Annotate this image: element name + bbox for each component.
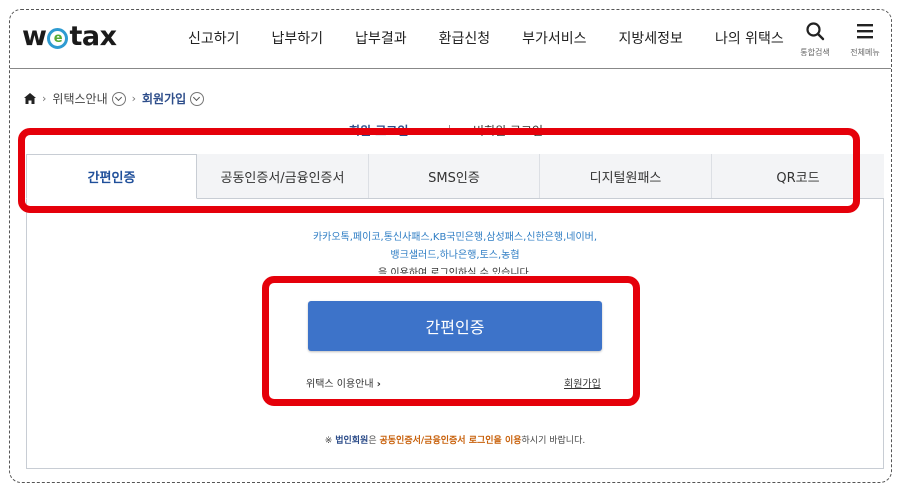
breadcrumb-current: 회원가입 bbox=[142, 92, 187, 106]
notice-particle: 은 bbox=[368, 436, 377, 446]
nav-file-return[interactable]: 신고하기 bbox=[188, 28, 240, 48]
tab-joint-certificate[interactable]: 공동인증서/금융인증서 bbox=[197, 154, 369, 198]
nav-payment[interactable]: 납부하기 bbox=[272, 28, 324, 48]
tab-sms-auth[interactable]: SMS인증 bbox=[369, 154, 540, 198]
member-login-tab[interactable]: 회원 로그인 bbox=[349, 122, 408, 136]
site-header: w e tax 신고하기 납부하기 납부결과 환급신청 부가서비스 지방세정보 나의… bbox=[10, 10, 891, 69]
notice-certificate-login: 공동인증서/금융인증서 로그인을 이용 bbox=[379, 436, 522, 446]
sign-up-link[interactable]: 회원가입 bbox=[564, 375, 601, 390]
nav-extra-services[interactable]: 부가서비스 bbox=[522, 28, 586, 48]
guest-login-tab[interactable]: 비회원 로그인 bbox=[473, 122, 543, 136]
notice-suffix: 하시기 바랍니다. bbox=[521, 436, 586, 446]
provider-list-line3: 을 이용하여 로그인하실 수 있습니다. bbox=[378, 268, 532, 274]
simple-auth-panel: 카카오톡,페이코,통신사패스,KB국민은행,삼성패스,신한은행,네이버, 뱅크샐… bbox=[26, 199, 884, 469]
main-nav: 신고하기 납부하기 납부결과 환급신청 부가서비스 지방세정보 나의 위택스 bbox=[188, 28, 816, 48]
logo-text-end: tax bbox=[69, 21, 117, 52]
chevron-down-icon[interactable] bbox=[190, 91, 205, 106]
tab-digital-onepass[interactable]: 디지털원패스 bbox=[540, 154, 712, 198]
tab-qr-code[interactable]: QR코드 bbox=[712, 154, 884, 198]
logo-text-start: w bbox=[22, 21, 47, 52]
login-type-divider bbox=[449, 125, 450, 135]
wetax-logo[interactable]: w e tax bbox=[22, 21, 117, 52]
chevron-right-icon: › bbox=[376, 379, 381, 390]
breadcrumb-wetax-guide[interactable]: 위택스안내 bbox=[52, 90, 107, 107]
login-type-tabs: 회원 로그인 비회원 로그인 bbox=[10, 122, 891, 136]
browser-frame: w e tax 신고하기 납부하기 납부결과 환급신청 부가서비스 지방세정보 나의… bbox=[9, 9, 892, 483]
notice-mark: ※ bbox=[324, 436, 333, 446]
logo-e-mark: e bbox=[47, 28, 69, 49]
provider-list-line2: 뱅크샐러드,하나은행,토스,농협 bbox=[390, 250, 520, 261]
chevron-right-icon: › bbox=[42, 92, 47, 105]
nav-refund[interactable]: 환급신청 bbox=[439, 28, 491, 48]
all-menu-button[interactable]: 전체메뉴 bbox=[842, 21, 888, 58]
notice-corporate-member: 법인회원 bbox=[335, 436, 369, 446]
search-button[interactable]: 통합검색 bbox=[792, 21, 838, 58]
nav-local-tax-info[interactable]: 지방세정보 bbox=[619, 28, 683, 48]
wetax-guide-link[interactable]: 위택스 이용안내 › bbox=[306, 375, 381, 390]
search-label: 통합검색 bbox=[800, 48, 830, 57]
breadcrumb: › 위택스안내 › 회원가입 bbox=[24, 90, 205, 107]
nav-my-wetax[interactable]: 나의 위택스 bbox=[715, 28, 784, 48]
search-icon bbox=[806, 22, 825, 41]
auth-method-tabs: 간편인증 공동인증서/금융인증서 SMS인증 디지털원패스 QR코드 bbox=[26, 154, 884, 199]
hamburger-icon bbox=[857, 24, 873, 39]
tab-simple-auth[interactable]: 간편인증 bbox=[26, 154, 197, 199]
simple-auth-button[interactable]: 간편인증 bbox=[308, 301, 602, 351]
wetax-guide-link-label: 위택스 이용안내 bbox=[306, 379, 374, 390]
all-menu-label: 전체메뉴 bbox=[850, 48, 880, 57]
provider-list-line1: 카카오톡,페이코,통신사패스,KB국민은행,삼성패스,신한은행,네이버, bbox=[312, 232, 598, 243]
chevron-down-icon[interactable] bbox=[111, 91, 126, 106]
corporate-notice: ※ 법인회원은 공동인증서/금융인증서 로그인을 이용하시기 바랍니다. bbox=[27, 433, 883, 446]
nav-payment-result[interactable]: 납부결과 bbox=[355, 28, 407, 48]
home-icon[interactable] bbox=[24, 93, 36, 104]
provider-description: 카카오톡,페이코,통신사패스,KB국민은행,삼성패스,신한은행,네이버, 뱅크샐… bbox=[27, 229, 883, 274]
chevron-right-icon: › bbox=[131, 92, 137, 105]
